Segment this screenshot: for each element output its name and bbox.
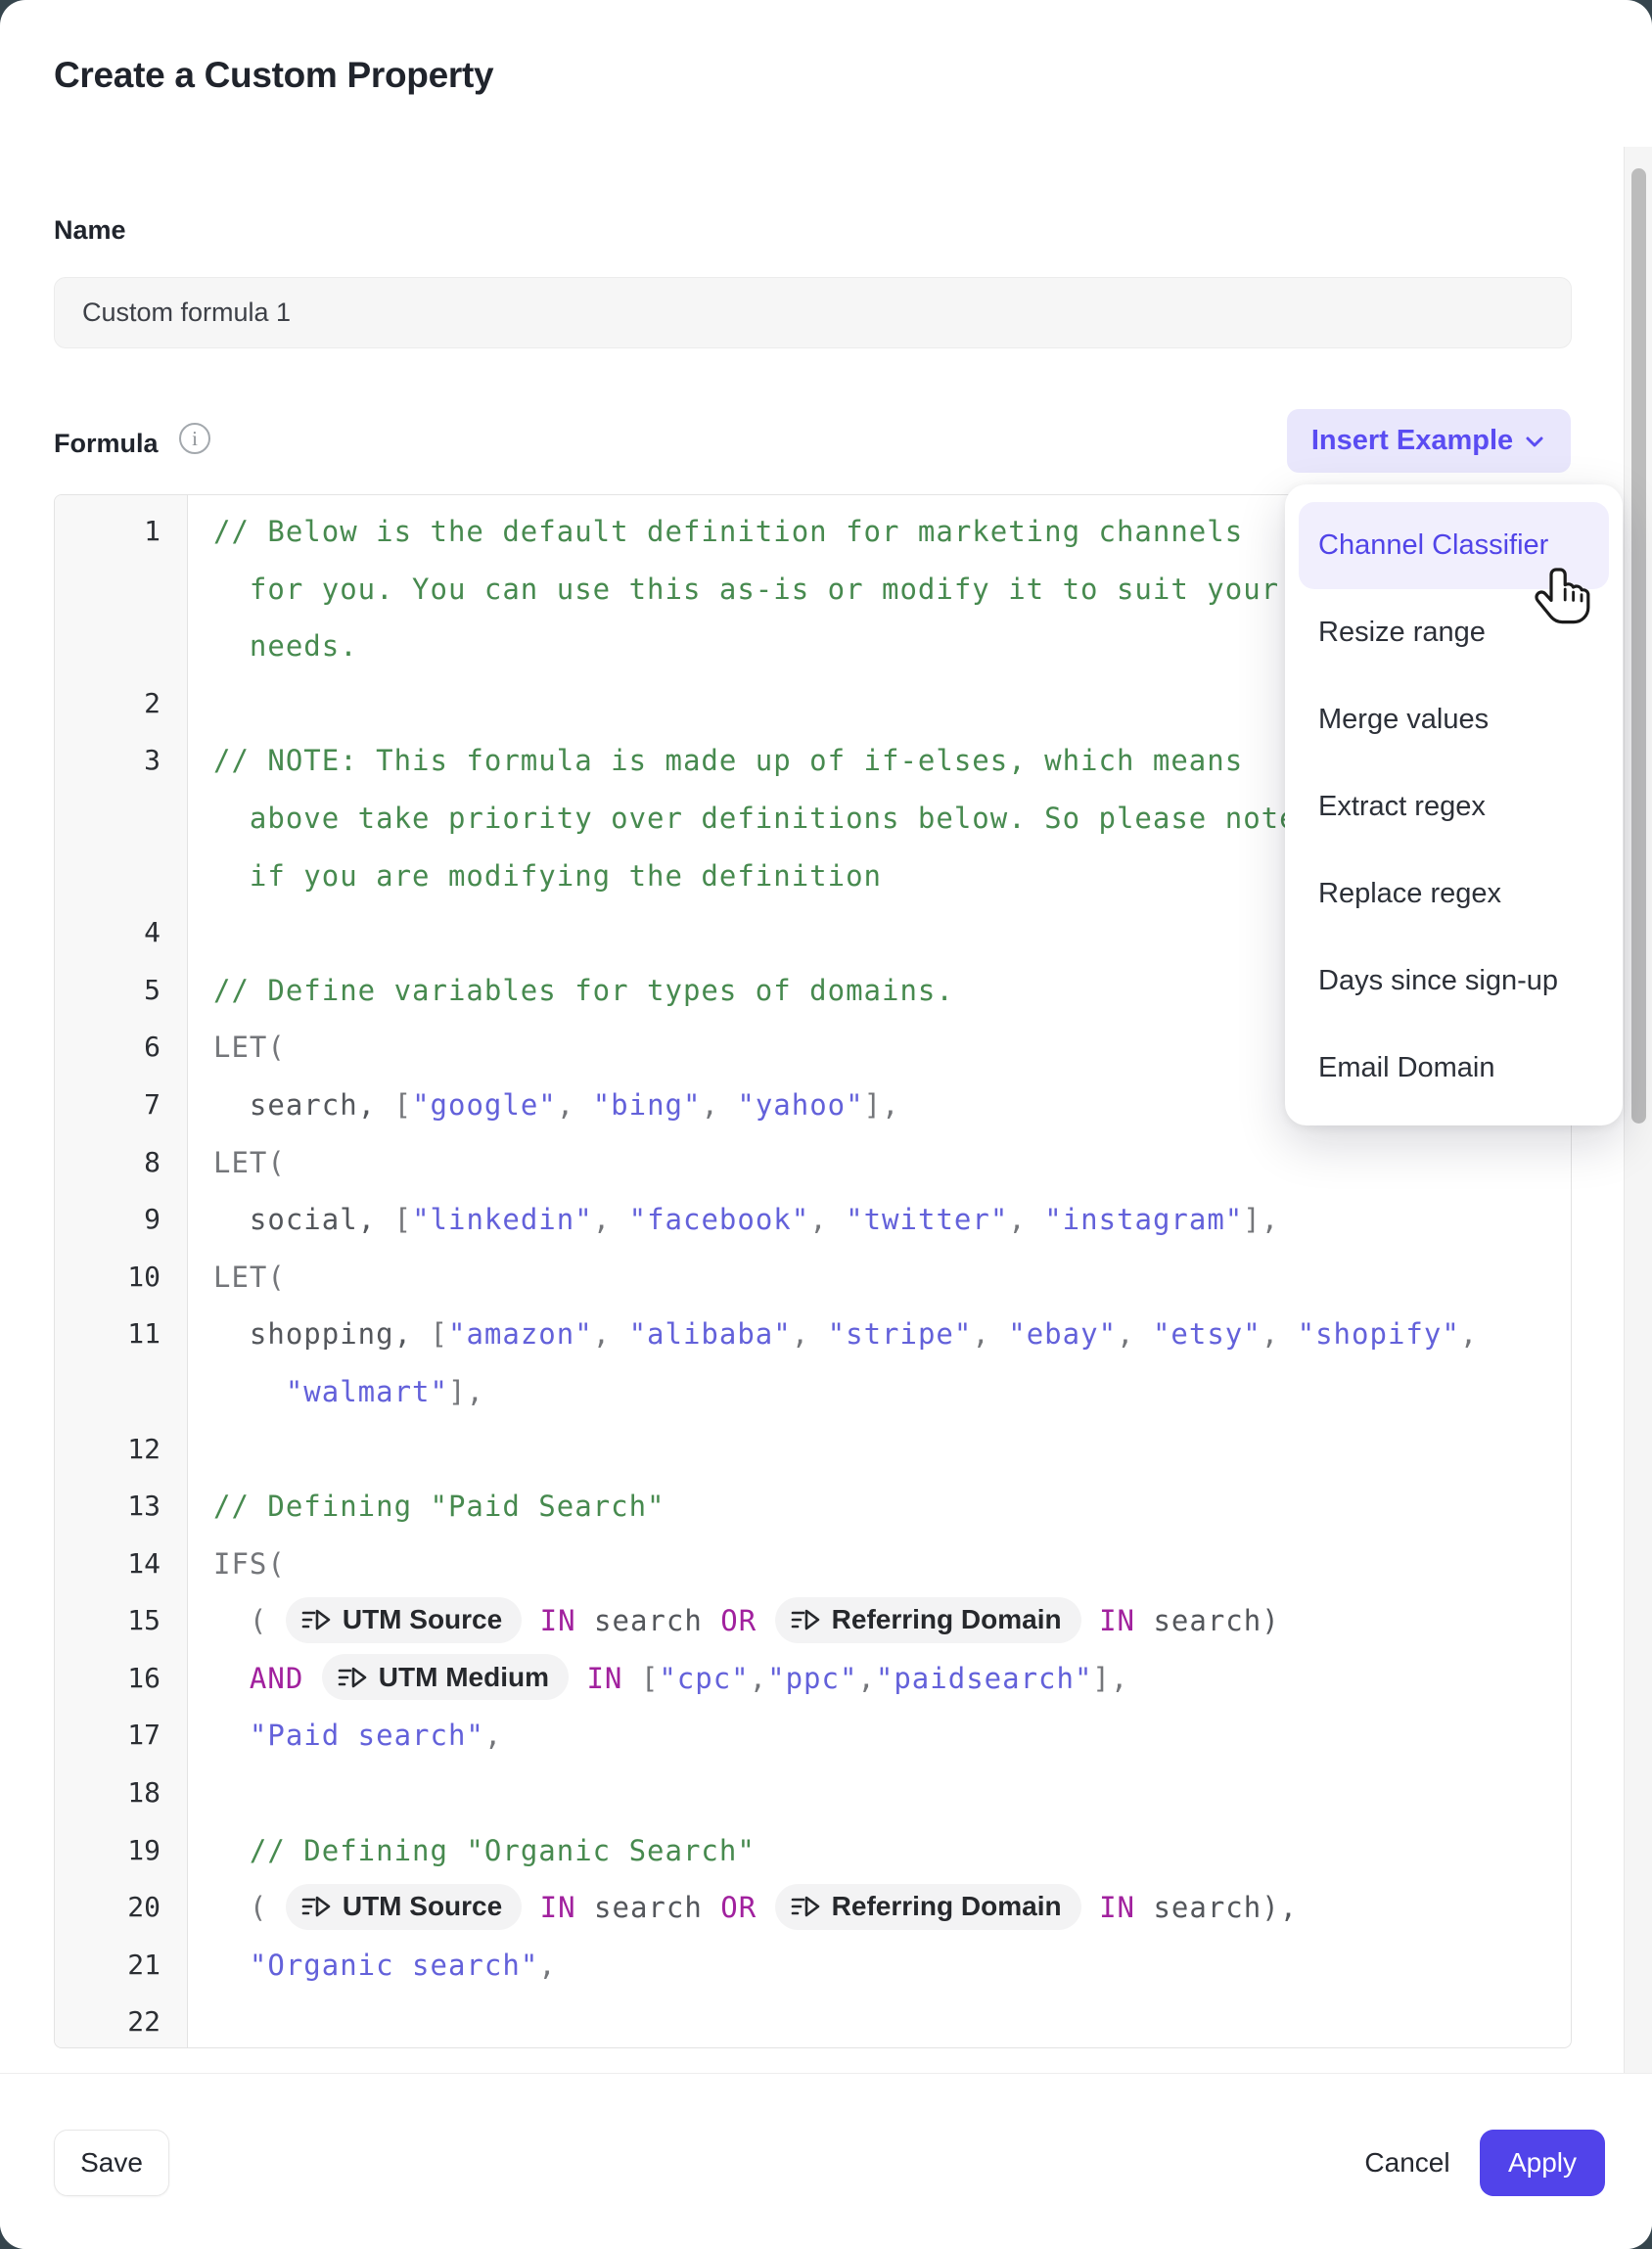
property-pill-utm-medium[interactable]: UTM Medium [322,1654,569,1700]
line-number: 19 [55,1822,188,1880]
line-number: 1 [55,503,188,561]
line-number: 3 [55,732,188,790]
line-number: 16 [55,1650,188,1708]
scrollbar-thumb[interactable] [1631,168,1646,1124]
line-number: 5 [55,962,188,1020]
code-row: 19 // Defining "Organic Search" [55,1822,1571,1880]
code-row: 15 ( UTM Source IN search OR Referring D… [55,1592,1571,1650]
code-row: 21 "Organic search", [55,1937,1571,1995]
line-number: 6 [55,1019,188,1077]
line-number [55,618,188,675]
hand-cursor-icon [1532,566,1592,632]
code-row: 18 [55,1765,1571,1822]
dialog-footer: Save Cancel Apply [0,2073,1652,2249]
property-pill-label: Referring Domain [832,1591,1062,1649]
line-number: 15 [55,1592,188,1650]
line-number: 20 [55,1879,188,1937]
property-pill-label: UTM Source [343,1878,502,1936]
property-icon [338,1665,367,1690]
name-input[interactable] [54,277,1572,348]
info-icon[interactable]: i [179,423,210,454]
line-number [55,1363,188,1421]
scrollbar-track[interactable] [1624,147,1652,2073]
code-row: 9 social, ["linkedin", "facebook", "twit… [55,1191,1571,1249]
dropdown-item-extract-regex[interactable]: Extract regex [1299,763,1609,850]
line-number: 13 [55,1478,188,1536]
code-row: 10LET( [55,1249,1571,1307]
property-pill-referring-domain[interactable]: Referring Domain [775,1597,1081,1643]
code-row: 17 "Paid search", [55,1707,1571,1765]
apply-button[interactable]: Apply [1480,2130,1605,2196]
line-number: 2 [55,675,188,733]
property-icon [301,1894,331,1919]
code-row: 13// Defining "Paid Search" [55,1478,1571,1536]
line-number [55,561,188,619]
dialog-title: Create a Custom Property [54,55,493,96]
cancel-button[interactable]: Cancel [1349,2130,1466,2196]
line-number: 14 [55,1536,188,1593]
code-row: 12 [55,1421,1571,1479]
line-number: 22 [55,1994,188,2048]
line-number: 21 [55,1937,188,1995]
create-custom-property-dialog: Create a Custom Property Name Formula i … [0,0,1652,2249]
line-number: 17 [55,1707,188,1765]
dropdown-item-merge-values[interactable]: Merge values [1299,676,1609,763]
code-row: 14IFS( [55,1536,1571,1593]
formula-label: Formula [54,429,159,459]
line-number: 7 [55,1077,188,1134]
property-icon [301,1607,331,1632]
property-pill-utm-source[interactable]: UTM Source [286,1597,522,1643]
code-row: "walmart"], [55,1363,1571,1421]
property-pill-utm-source[interactable]: UTM Source [286,1884,522,1930]
line-number [55,848,188,905]
code-row: 11 shopping, ["amazon", "alibaba", "stri… [55,1306,1571,1363]
code-row: 22 [55,1994,1571,2048]
line-number: 11 [55,1306,188,1363]
chevron-down-icon [1523,430,1546,453]
line-number: 8 [55,1134,188,1192]
name-label: Name [54,215,126,246]
line-number: 18 [55,1765,188,1822]
dropdown-item-replace-regex[interactable]: Replace regex [1299,850,1609,938]
insert-example-button[interactable]: Insert Example [1287,409,1571,473]
dropdown-item-days-since-sign-up[interactable]: Days since sign-up [1299,938,1609,1025]
code-row: 8LET( [55,1134,1571,1192]
property-pill-label: Referring Domain [832,1878,1062,1936]
insert-example-label: Insert Example [1311,425,1513,457]
line-number: 12 [55,1421,188,1479]
line-number: 4 [55,904,188,962]
property-pill-referring-domain[interactable]: Referring Domain [775,1884,1081,1930]
property-pill-label: UTM Source [343,1591,502,1649]
property-pill-label: UTM Medium [379,1649,549,1707]
line-number: 10 [55,1249,188,1307]
line-number: 9 [55,1191,188,1249]
line-number [55,790,188,848]
save-button[interactable]: Save [54,2130,169,2196]
code-row: 20 ( UTM Source IN search OR Referring D… [55,1879,1571,1937]
property-icon [791,1894,820,1919]
property-icon [791,1607,820,1632]
dropdown-item-email-domain[interactable]: Email Domain [1299,1025,1609,1112]
code-row: 16 AND UTM Medium IN ["cpc","ppc","paids… [55,1650,1571,1708]
